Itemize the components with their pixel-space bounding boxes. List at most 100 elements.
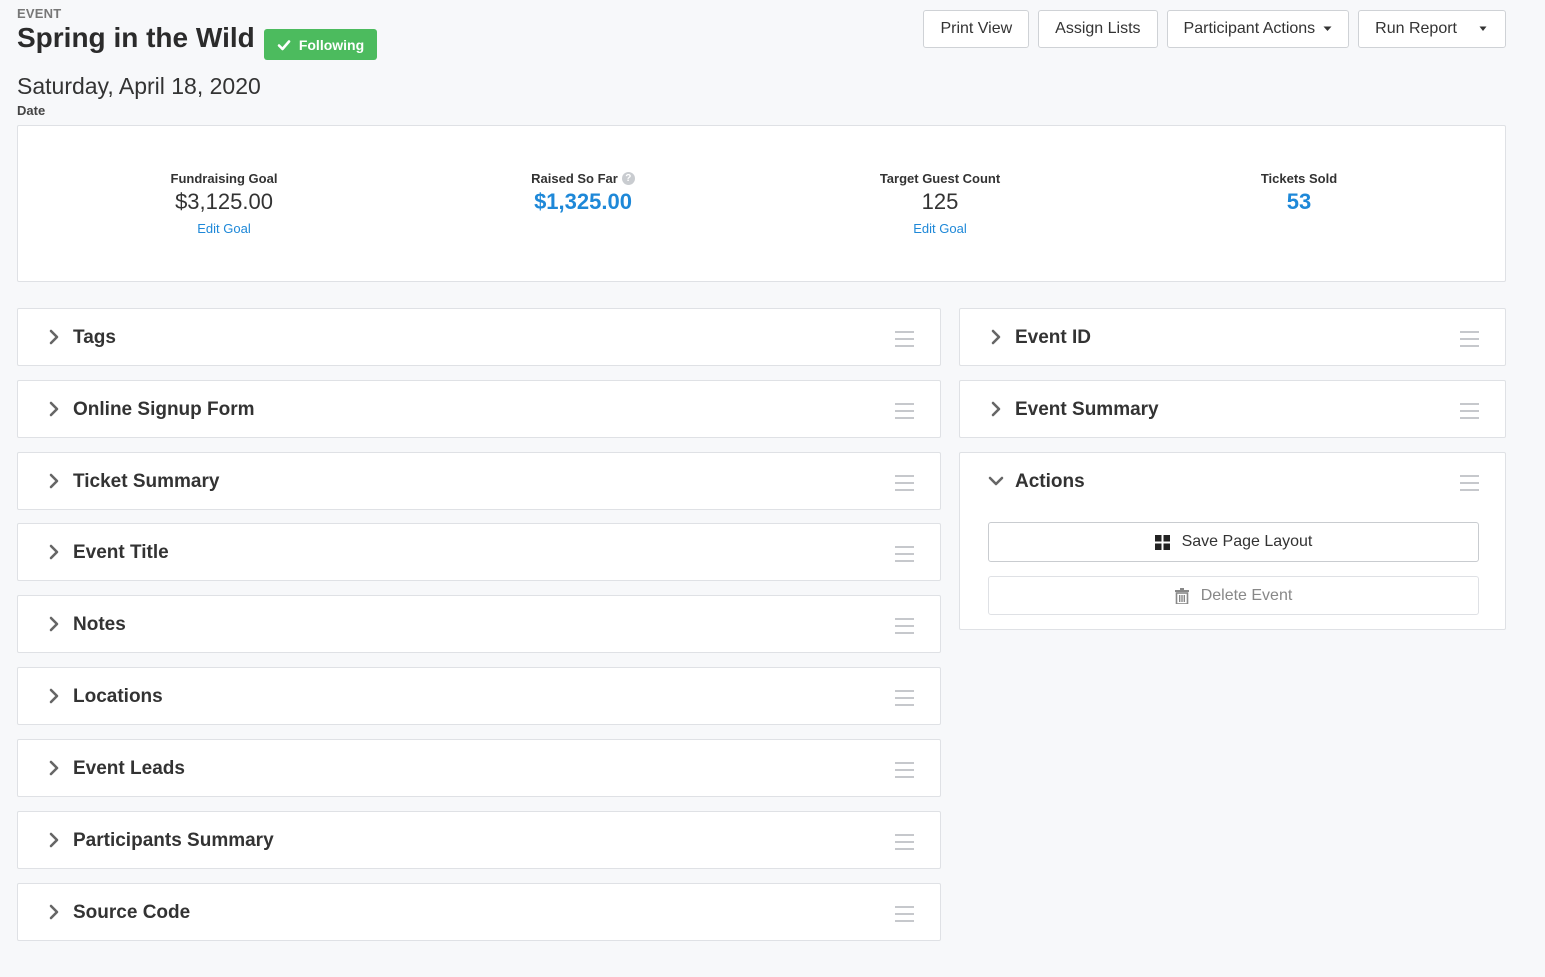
check-icon bbox=[277, 39, 291, 50]
panel-header[interactable]: Event Summary bbox=[960, 381, 1505, 438]
print-view-button[interactable]: Print View bbox=[923, 10, 1030, 48]
assign-lists-label: Assign Lists bbox=[1055, 20, 1141, 37]
panel-notes: Notes bbox=[17, 595, 941, 653]
save-page-layout-label: Save Page Layout bbox=[1181, 533, 1313, 550]
chevron-right-icon[interactable] bbox=[47, 760, 61, 776]
trash-icon bbox=[1174, 587, 1189, 604]
stat-value: $3,125.00 bbox=[175, 189, 273, 214]
run-report-button[interactable]: Run Report bbox=[1358, 10, 1506, 48]
panel-locations: Locations bbox=[17, 667, 941, 725]
page-title: Spring in the Wild bbox=[17, 22, 255, 53]
stat-label: Tickets Sold bbox=[1260, 171, 1338, 186]
panel-header[interactable]: Actions bbox=[960, 453, 1505, 510]
event-date: Saturday, April 18, 2020 bbox=[17, 73, 261, 99]
panel-title: Source Code bbox=[73, 902, 191, 923]
panel-event-title: Event Title bbox=[17, 523, 941, 581]
panel-header[interactable]: Participants Summary bbox=[18, 812, 940, 869]
panel-title: Notes bbox=[73, 614, 126, 635]
caret-down-icon bbox=[1323, 26, 1332, 31]
save-page-layout-button[interactable]: Save Page Layout bbox=[988, 522, 1479, 562]
chevron-right-icon[interactable] bbox=[47, 329, 61, 345]
following-badge[interactable]: Following bbox=[264, 29, 377, 60]
panel-event-summary: Event Summary bbox=[959, 380, 1506, 438]
stat-label: Raised So Far bbox=[531, 171, 618, 186]
drag-handle-icon[interactable] bbox=[895, 906, 914, 922]
panel-ticket-summary: Ticket Summary bbox=[17, 452, 941, 510]
event-date-label: Date bbox=[17, 103, 46, 118]
panel-title: Event Leads bbox=[73, 758, 185, 779]
drag-handle-icon[interactable] bbox=[1460, 331, 1479, 347]
stat-tickets-sold: Tickets Sold 53 bbox=[1149, 171, 1449, 215]
drag-handle-icon[interactable] bbox=[895, 618, 914, 634]
assign-lists-button[interactable]: Assign Lists bbox=[1038, 10, 1158, 48]
stat-value[interactable]: 53 bbox=[1149, 189, 1449, 215]
panel-tags: Tags bbox=[17, 308, 941, 366]
stats-card: Fundraising Goal $3,125.00 Edit Goal Rai… bbox=[17, 125, 1506, 282]
print-view-label: Print View bbox=[940, 20, 1013, 37]
stat-target-guest-count: Target Guest Count 125 Edit Goal bbox=[790, 171, 1090, 236]
edit-goal-link[interactable]: Edit Goal bbox=[790, 221, 1090, 236]
panel-event-id: Event ID bbox=[959, 308, 1506, 366]
run-report-label: Run Report bbox=[1375, 20, 1457, 37]
drag-handle-icon[interactable] bbox=[895, 475, 914, 491]
delete-event-button[interactable]: Delete Event bbox=[988, 576, 1479, 615]
drag-handle-icon[interactable] bbox=[895, 546, 914, 562]
chevron-right-icon[interactable] bbox=[47, 473, 61, 489]
chevron-right-icon[interactable] bbox=[47, 544, 61, 560]
drag-handle-icon[interactable] bbox=[895, 690, 914, 706]
participant-actions-button[interactable]: Participant Actions bbox=[1166, 10, 1350, 48]
panel-title: Event Title bbox=[73, 542, 169, 563]
chevron-right-icon[interactable] bbox=[47, 401, 61, 417]
stat-value: 125 bbox=[921, 189, 959, 214]
following-badge-label: Following bbox=[298, 36, 365, 53]
panel-source-code: Source Code bbox=[17, 883, 941, 941]
chevron-right-icon[interactable] bbox=[47, 688, 61, 704]
grid-icon bbox=[1154, 534, 1170, 550]
help-icon[interactable]: ? bbox=[621, 172, 635, 185]
panel-header[interactable]: Online Signup Form bbox=[18, 381, 940, 438]
panel-title: Event ID bbox=[1015, 327, 1092, 348]
panel-header[interactable]: Event ID bbox=[960, 309, 1505, 366]
toolbar: Print View Assign Lists Participant Acti… bbox=[923, 10, 1506, 48]
panel-header[interactable]: Source Code bbox=[18, 884, 940, 941]
stat-value[interactable]: $1,325.00 bbox=[433, 189, 733, 215]
chevron-right-icon[interactable] bbox=[989, 329, 1003, 345]
drag-handle-icon[interactable] bbox=[1460, 403, 1479, 419]
panel-title: Event Summary bbox=[1015, 399, 1159, 420]
panel-title: Online Signup Form bbox=[73, 399, 255, 420]
delete-event-label: Delete Event bbox=[1200, 586, 1293, 604]
panel-header[interactable]: Tags bbox=[18, 309, 940, 366]
edit-goal-link[interactable]: Edit Goal bbox=[74, 221, 374, 236]
chevron-right-icon[interactable] bbox=[47, 832, 61, 848]
drag-handle-icon[interactable] bbox=[895, 331, 914, 347]
stat-label: Target Guest Count bbox=[879, 171, 1001, 186]
panel-actions: Actions Save Page Layout Delete Event bbox=[959, 452, 1506, 630]
stat-fundraising-goal: Fundraising Goal $3,125.00 Edit Goal bbox=[74, 171, 374, 236]
stat-label: Fundraising Goal bbox=[170, 171, 278, 186]
chevron-right-icon[interactable] bbox=[47, 616, 61, 632]
drag-handle-icon[interactable] bbox=[1460, 475, 1479, 491]
panel-participants-summary: Participants Summary bbox=[17, 811, 941, 869]
drag-handle-icon[interactable] bbox=[895, 762, 914, 778]
panel-header[interactable]: Locations bbox=[18, 668, 940, 725]
panel-header[interactable]: Event Leads bbox=[18, 740, 940, 797]
caret-down-icon bbox=[1479, 26, 1487, 31]
panel-title: Actions bbox=[1015, 471, 1085, 492]
chevron-right-icon[interactable] bbox=[989, 401, 1003, 417]
drag-handle-icon[interactable] bbox=[895, 834, 914, 850]
chevron-right-icon[interactable] bbox=[47, 904, 61, 920]
panel-title: Locations bbox=[73, 686, 163, 707]
chevron-down-icon[interactable] bbox=[988, 474, 1004, 488]
panel-header[interactable]: Notes bbox=[18, 596, 940, 653]
panel-header[interactable]: Event Title bbox=[18, 524, 940, 581]
page-eyebrow: EVENT bbox=[17, 6, 62, 21]
stat-raised-so-far: Raised So Far? $1,325.00 bbox=[433, 171, 733, 215]
panel-title: Ticket Summary bbox=[73, 471, 220, 492]
panel-title: Tags bbox=[73, 327, 116, 348]
panel-header[interactable]: Ticket Summary bbox=[18, 453, 940, 510]
panel-title: Participants Summary bbox=[73, 830, 274, 851]
drag-handle-icon[interactable] bbox=[895, 403, 914, 419]
panel-event-leads: Event Leads bbox=[17, 739, 941, 797]
panel-online-signup-form: Online Signup Form bbox=[17, 380, 941, 438]
participant-actions-label: Participant Actions bbox=[1183, 20, 1316, 37]
